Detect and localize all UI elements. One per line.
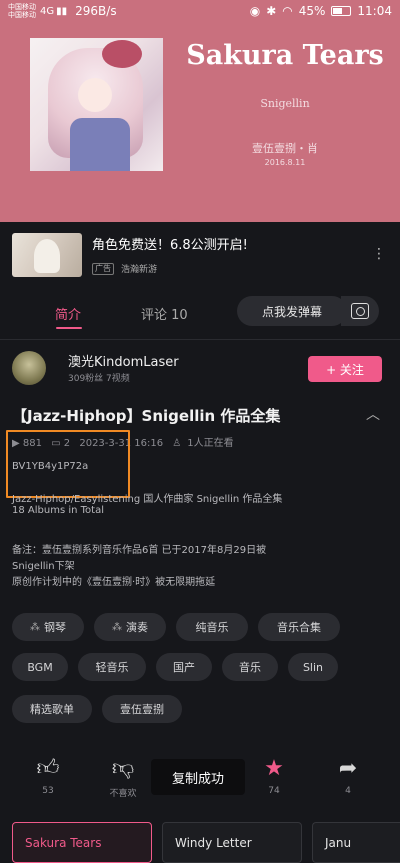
tag-music-collection[interactable]: 音乐合集 bbox=[258, 613, 340, 641]
album-cover-banner[interactable]: 中国移动 中国移动 4G ▮▮ 296B/s ◉ ✱ ◠ 45% 11:04 S… bbox=[0, 0, 400, 222]
carrier-1: 中国移动 bbox=[8, 3, 36, 11]
uploader-stats: 309粉丝 7视频 bbox=[68, 374, 130, 384]
danmaku-icon bbox=[351, 303, 369, 319]
tag-light-music[interactable]: 轻音乐 bbox=[78, 653, 146, 681]
tag-slin[interactable]: Slin bbox=[288, 653, 338, 681]
battery-icon bbox=[331, 6, 352, 16]
collection-item[interactable]: Windy Letter bbox=[162, 822, 302, 863]
ad-title[interactable]: 角色免费送！6.8公测开启! bbox=[92, 234, 248, 253]
description-line-1: Jazz-Hiphop/Easylistening 国人作曲家 Snigelli… bbox=[12, 494, 283, 505]
album-title: Sakura Tears bbox=[186, 40, 384, 71]
thumbs-down-icon: 👎︎ bbox=[111, 756, 135, 781]
favorite-count: 74 bbox=[268, 786, 280, 796]
tag-domestic[interactable]: 国产 bbox=[156, 653, 212, 681]
avatar[interactable] bbox=[12, 351, 46, 385]
tag-icon: ⁂ bbox=[30, 621, 40, 633]
watching-icon: ♙ bbox=[172, 438, 182, 449]
highlight-box bbox=[6, 430, 130, 498]
danmaku-toggle[interactable] bbox=[341, 296, 379, 326]
follow-button[interactable]: + 关注 bbox=[308, 356, 382, 382]
signal-icon: ▮▮ bbox=[56, 5, 68, 17]
bluetooth-icon: ✱ bbox=[266, 4, 277, 18]
send-danmaku-button[interactable]: 点我发弹幕 bbox=[237, 296, 347, 326]
video-detail-page: 中国移动 中国移动 4G ▮▮ 296B/s ◉ ✱ ◠ 45% 11:04 S… bbox=[0, 0, 400, 863]
battery-percent: 45% bbox=[298, 4, 326, 18]
share-button[interactable]: ➦ 4 bbox=[318, 756, 378, 796]
uploader-name[interactable]: 澳光KindomLaser bbox=[68, 351, 179, 370]
tag-icon: ⁂ bbox=[112, 621, 122, 633]
tag-bgm[interactable]: BGM bbox=[12, 653, 68, 681]
share-icon: ➦ bbox=[338, 756, 358, 781]
carrier-2: 中国移动 bbox=[8, 11, 36, 19]
ad-thumbnail[interactable] bbox=[12, 233, 82, 277]
copy-success-toast: 复制成功 bbox=[151, 759, 245, 795]
favorite-button[interactable]: ★ 74 bbox=[244, 756, 304, 796]
tab-intro[interactable]: 简介 bbox=[55, 304, 81, 323]
clock: 11:04 bbox=[357, 4, 392, 18]
album-subtitle: 壹伍壹捌・肖 bbox=[252, 142, 318, 155]
star-icon: ★ bbox=[264, 756, 284, 781]
like-button[interactable]: 👍︎ 53 bbox=[18, 756, 78, 796]
album-artwork bbox=[30, 38, 163, 171]
wifi-icon: ◠ bbox=[282, 4, 293, 18]
album-date: 2016.8.11 bbox=[264, 158, 306, 167]
network-speed: 296B/s bbox=[75, 4, 117, 18]
tag-pure-music[interactable]: 纯音乐 bbox=[176, 613, 248, 641]
tag-piano[interactable]: ⁂ 钢琴 bbox=[12, 613, 84, 641]
tag-1518[interactable]: 壹伍壹捌 bbox=[102, 695, 182, 723]
ad-badge: 广告 bbox=[92, 263, 114, 275]
network-type: 4G bbox=[40, 5, 55, 17]
collection-item[interactable]: Janu bbox=[312, 822, 400, 863]
tab-active-indicator bbox=[56, 327, 82, 329]
ad-source: 浩瀚新游 bbox=[121, 265, 158, 275]
more-options-icon[interactable]: ⋮ bbox=[372, 246, 386, 262]
thumbs-up-icon: 👍︎ bbox=[36, 756, 60, 781]
tag-music[interactable]: 音乐 bbox=[222, 653, 278, 681]
album-artist: Snigellin bbox=[260, 97, 310, 110]
video-title: 【Jazz-Hiphop】Snigellin 作品全集 bbox=[12, 407, 281, 425]
description-note: 备注：壹伍壹捌系列音乐作品6首 已于2017年8月29日被 Snigellin下… bbox=[12, 545, 267, 588]
watching-count: 1人正在看 bbox=[187, 438, 234, 449]
tab-comments[interactable]: 评论 10 bbox=[141, 304, 188, 323]
collection-item-active[interactable]: Sakura Tears bbox=[12, 822, 152, 863]
chevron-up-icon[interactable]: ︿ bbox=[366, 404, 380, 424]
tag-performance[interactable]: ⁂ 演奏 bbox=[94, 613, 166, 641]
eye-icon: ◉ bbox=[249, 4, 261, 18]
dislike-button[interactable]: 👎︎ 不喜欢 bbox=[93, 756, 153, 799]
share-count: 4 bbox=[345, 786, 351, 796]
tag-curated-playlist[interactable]: 精选歌单 bbox=[12, 695, 92, 723]
dislike-label: 不喜欢 bbox=[109, 789, 137, 799]
like-count: 53 bbox=[42, 786, 54, 796]
description-line-2: 18 Albums in Total bbox=[12, 505, 104, 516]
status-bar: 中国移动 中国移动 4G ▮▮ 296B/s ◉ ✱ ◠ 45% 11:04 bbox=[0, 0, 400, 22]
